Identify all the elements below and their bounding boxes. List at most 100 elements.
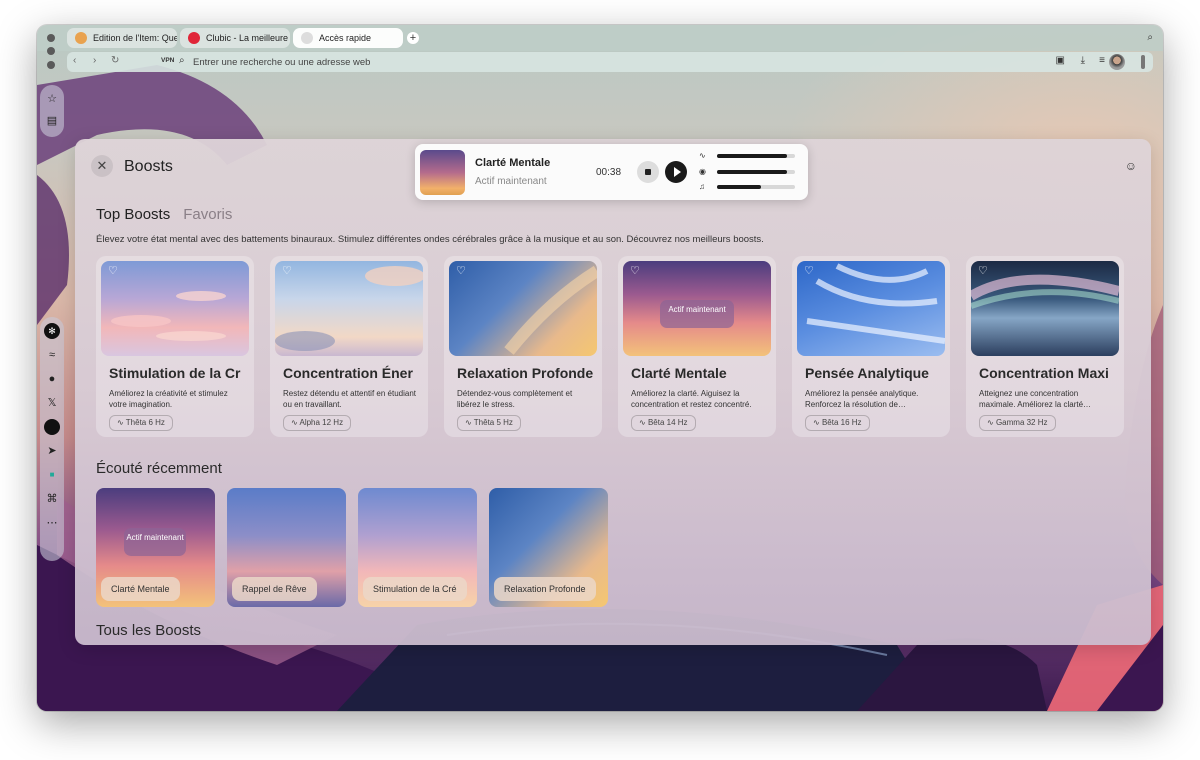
- recent-card[interactable]: Relaxation Profonde: [489, 488, 608, 607]
- address-bar: ‹ › ↻ VPN ⌕ ▣ ⤓ ≡: [67, 52, 1153, 72]
- recent-label: Rappel de Rêve: [232, 577, 317, 601]
- boost-title: Pensée Analytique: [805, 365, 929, 381]
- download-icon[interactable]: ⤓: [1081, 55, 1085, 66]
- whatsapp-icon[interactable]: ●: [44, 371, 60, 387]
- window-minimize-dot[interactable]: [47, 47, 55, 55]
- slider-fill: [717, 170, 788, 174]
- smiley-icon[interactable]: ☺: [1125, 159, 1137, 173]
- music-note-icon: ♫: [699, 182, 705, 191]
- boost-image: [449, 261, 597, 356]
- camera-icon[interactable]: ▣: [1056, 55, 1065, 66]
- boost-title: Stimulation de la Cr: [109, 365, 241, 381]
- all-boosts-title: Tous les Boosts: [96, 622, 202, 639]
- boost-card[interactable]: ♡ Stimulation de la Cr Améliorez la créa…: [96, 256, 254, 437]
- window-zoom-dot[interactable]: [47, 61, 55, 69]
- tab-acces-rapide[interactable]: Accès rapide: [293, 28, 403, 48]
- music-volume-slider[interactable]: [717, 185, 795, 189]
- favicon-icon: [75, 32, 87, 44]
- tab-bar: Edition de l'Item: Que Clubic - La meill…: [37, 25, 1163, 51]
- new-tab-button[interactable]: +: [407, 32, 419, 44]
- waveform-icon: ∿: [117, 418, 124, 427]
- sidebar-top: ☆ ▤: [40, 85, 64, 137]
- boost-title: Clarté Mentale: [631, 365, 727, 381]
- star-icon[interactable]: ☆: [44, 91, 60, 107]
- boost-description: Améliorez la créativité et stimulez votr…: [109, 389, 228, 409]
- heart-icon[interactable]: ♡: [630, 264, 640, 277]
- send-icon[interactable]: ➤: [44, 443, 60, 459]
- heart-icon[interactable]: ♡: [978, 264, 988, 277]
- boost-card[interactable]: ♡ Pensée Analytique Améliorez la pensée …: [792, 256, 950, 437]
- frequency-label: Bêta 14 Hz: [647, 418, 688, 427]
- dark-app-icon[interactable]: [44, 419, 60, 435]
- reload-icon[interactable]: ↻: [111, 55, 119, 66]
- favicon-icon: [188, 32, 200, 44]
- boost-image: [971, 261, 1119, 356]
- recent-label: Clarté Mentale: [101, 577, 180, 601]
- frequency-badge: ∿ Thêta 5 Hz: [457, 415, 521, 431]
- chatgpt-icon[interactable]: ⌘: [44, 491, 60, 507]
- more-icon[interactable]: ⋯: [44, 515, 60, 531]
- boosts-icon[interactable]: ✻: [44, 323, 60, 339]
- stop-button[interactable]: [637, 161, 659, 183]
- slider-fill: [717, 185, 761, 189]
- boost-card[interactable]: ♡ Concentration Maxi Atteignez une conce…: [966, 256, 1124, 437]
- easy-setup-icon[interactable]: ≡: [1099, 55, 1105, 66]
- browser-window: Edition de l'Item: Que Clubic - La meill…: [37, 25, 1163, 711]
- tab-label: Edition de l'Item: Que: [93, 33, 177, 43]
- waveform-icon: ∿: [639, 418, 646, 427]
- active-now-chip: Actif maintenant: [124, 528, 186, 556]
- window-close-dot[interactable]: [47, 34, 55, 42]
- frequency-label: Thêta 6 Hz: [125, 418, 165, 427]
- briefcase-icon[interactable]: ▤: [44, 113, 60, 129]
- elapsed-time: 00:38: [596, 167, 622, 178]
- tab-top-boosts[interactable]: Top Boosts: [96, 206, 170, 223]
- boost-description: Améliorez la pensée analytique. Renforce…: [805, 389, 919, 409]
- active-now-chip: Actif maintenant: [660, 300, 734, 328]
- heart-icon[interactable]: ♡: [108, 264, 118, 277]
- x-icon[interactable]: 𝕏: [44, 395, 60, 411]
- recent-label: Stimulation de la Cré: [363, 577, 467, 601]
- tab-edition[interactable]: Edition de l'Item: Que: [67, 28, 177, 48]
- recent-card[interactable]: Actif maintenant Clarté Mentale: [96, 488, 215, 607]
- forward-icon[interactable]: ›: [93, 55, 96, 66]
- ambient-volume-slider[interactable]: [717, 170, 795, 174]
- target-icon: ◉: [699, 167, 706, 176]
- boost-image: [797, 261, 945, 356]
- recent-label: Relaxation Profonde: [494, 577, 596, 601]
- waveform-volume-slider[interactable]: [717, 154, 795, 158]
- recent-card[interactable]: Stimulation de la Cré: [358, 488, 477, 607]
- boost-description: Atteignez une concentration maximale. Am…: [979, 389, 1092, 409]
- vpn-badge[interactable]: VPN: [161, 57, 174, 64]
- clouds-image: [275, 266, 423, 351]
- sidebar-handle[interactable]: [1141, 55, 1145, 69]
- close-button[interactable]: ✕: [91, 155, 113, 177]
- heart-icon[interactable]: ♡: [282, 264, 292, 277]
- recent-card[interactable]: Rappel de Rêve: [227, 488, 346, 607]
- heart-icon[interactable]: ♡: [804, 264, 814, 277]
- tab-search-icon[interactable]: ⌕: [1147, 32, 1153, 43]
- boosts-panel: ✕ Boosts ☺ Top Boosts Favoris Élevez vot…: [75, 139, 1151, 645]
- profile-avatar[interactable]: [1109, 54, 1125, 70]
- boost-title: Relaxation Profonde: [457, 365, 594, 381]
- waveform-icon: ∿: [987, 418, 994, 427]
- boost-card[interactable]: ♡ Relaxation Profonde Détendez-vous comp…: [444, 256, 602, 437]
- now-playing-thumbnail: [420, 150, 465, 195]
- now-playing-widget: Clarté Mentale Actif maintenant 00:38 ∿ …: [415, 144, 808, 200]
- clouds-image: [504, 265, 597, 355]
- frequency-label: Thêta 5 Hz: [473, 418, 513, 427]
- tidal-icon[interactable]: ≈: [44, 347, 60, 363]
- play-button[interactable]: [665, 161, 687, 183]
- back-icon[interactable]: ‹: [73, 55, 76, 66]
- boost-description: Restez détendu et attentif en étudiant o…: [283, 389, 416, 409]
- tab-clubic[interactable]: Clubic - La meilleure sc: [180, 28, 290, 48]
- tab-favoris[interactable]: Favoris: [183, 206, 232, 223]
- waveform-icon: ∿: [699, 151, 706, 160]
- heart-icon[interactable]: ♡: [456, 264, 466, 277]
- frequency-badge: ∿ Gamma 32 Hz: [979, 415, 1056, 431]
- boost-card[interactable]: ♡ Concentration Éner Restez détendu et a…: [270, 256, 428, 437]
- address-input[interactable]: [193, 54, 693, 70]
- boost-card[interactable]: Actif maintenant ♡ Clarté Mentale Amélio…: [618, 256, 776, 437]
- frequency-label: Bêta 16 Hz: [821, 418, 862, 427]
- boost-title: Concentration Maxi: [979, 365, 1109, 381]
- pinboard-icon[interactable]: ■: [44, 467, 60, 483]
